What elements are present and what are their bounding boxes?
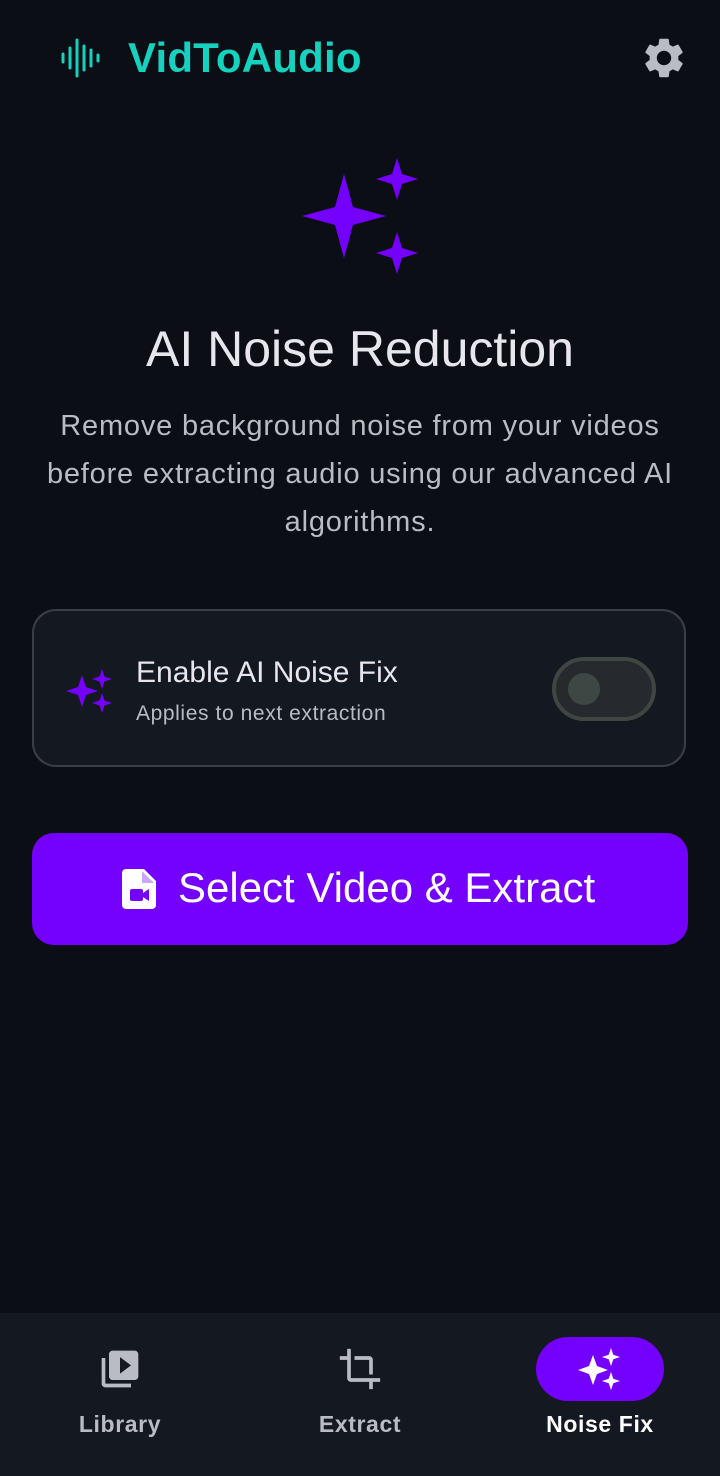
- toggle-knob: [568, 673, 600, 705]
- bottom-navigation: Library Extract Noise Fix: [0, 1313, 720, 1476]
- sparkles-icon: [578, 1348, 620, 1390]
- top-app-bar: VidToAudio: [0, 0, 720, 116]
- nav-icon-container: [296, 1337, 424, 1401]
- nav-item-noise-fix[interactable]: Noise Fix: [480, 1313, 720, 1476]
- nav-label-noise-fix: Noise Fix: [546, 1411, 654, 1437]
- nav-item-library[interactable]: Library: [0, 1313, 240, 1476]
- page-title: AI Noise Reduction: [145, 321, 574, 377]
- nav-icon-container-active: [536, 1337, 664, 1401]
- page-description: Remove background noise from your videos…: [46, 410, 674, 538]
- waveform-icon: [61, 38, 100, 78]
- video-library-icon: [101, 1350, 139, 1388]
- nav-item-extract[interactable]: Extract: [240, 1313, 480, 1476]
- nav-label-extract: Extract: [318, 1411, 402, 1437]
- sparkles-icon: [66, 669, 112, 713]
- crop-icon: [339, 1348, 381, 1390]
- select-video-extract-button[interactable]: Select Video & Extract: [32, 833, 688, 945]
- nav-label-library: Library: [78, 1411, 162, 1437]
- select-video-extract-label: Select Video & Extract: [178, 864, 596, 911]
- nav-icon-container: [56, 1337, 184, 1401]
- noise-fix-title: Enable AI Noise Fix: [136, 656, 398, 689]
- app-title: VidToAudio: [128, 34, 362, 81]
- gear-icon[interactable]: [640, 34, 688, 82]
- noise-fix-setting-card: Enable AI Noise Fix Applies to next extr…: [32, 609, 686, 767]
- noise-fix-subtitle: Applies to next extraction: [136, 702, 387, 725]
- noise-fix-toggle[interactable]: [552, 657, 656, 721]
- sparkles-icon: [302, 158, 418, 274]
- app-screen: VidToAudio AI Noise Reduction Remove bac…: [0, 0, 720, 1476]
- video-file-icon: [122, 869, 156, 909]
